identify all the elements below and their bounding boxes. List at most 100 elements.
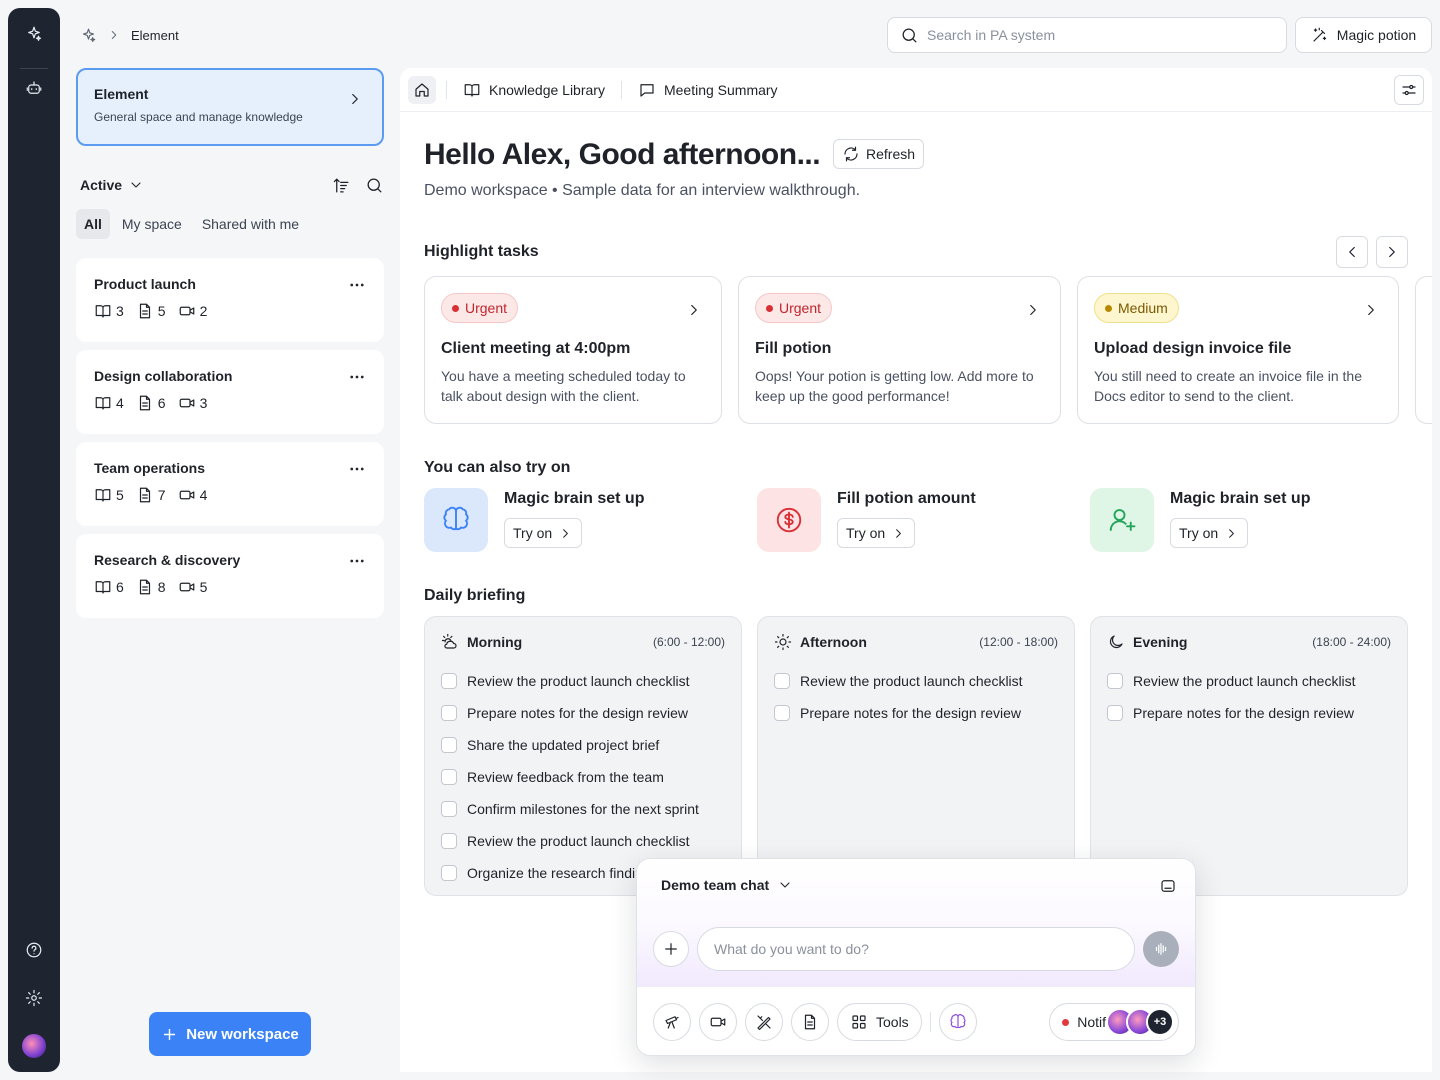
- tab-my-space[interactable]: My space: [114, 209, 190, 239]
- briefing-item-text: Review the product launch checklist: [800, 673, 1023, 689]
- workspace-card[interactable]: Design collaboration 4 6 3: [76, 350, 384, 434]
- tab-meeting-summary[interactable]: Meeting Summary: [632, 81, 784, 99]
- sparkle-icon[interactable]: [80, 27, 97, 44]
- briefing-item[interactable]: Review the product launch checklist: [441, 825, 725, 857]
- briefing-item[interactable]: Share the updated project brief: [441, 729, 725, 761]
- video-icon: [179, 398, 194, 408]
- briefing-item[interactable]: Confirm milestones for the next sprint: [441, 793, 725, 825]
- team-chat-panel: Demo team chat Tools Notif +3: [636, 858, 1196, 1056]
- more-horizontal-icon[interactable]: [348, 460, 366, 478]
- element-card[interactable]: Element General space and manage knowled…: [76, 68, 384, 146]
- video-icon: [179, 582, 194, 592]
- notification-dot: [1062, 1018, 1070, 1026]
- checkbox[interactable]: [441, 833, 457, 849]
- home-button[interactable]: [408, 75, 436, 104]
- magic-potion-button[interactable]: Magic potion: [1295, 17, 1432, 53]
- tab-knowledge-library[interactable]: Knowledge Library: [457, 81, 611, 99]
- dollar-icon: [757, 488, 821, 552]
- tab-knowledge-library-label: Knowledge Library: [489, 81, 605, 98]
- briefing-period-name: Evening: [1133, 634, 1188, 650]
- task-card[interactable]: Urgent Client meeting at 4:00pm You have…: [424, 276, 722, 424]
- carousel-next-button[interactable]: [1376, 236, 1408, 268]
- chat-attach-button[interactable]: [653, 931, 689, 967]
- voice-input-button[interactable]: [1143, 931, 1179, 967]
- notification-button[interactable]: Notif +3: [1049, 1003, 1179, 1041]
- briefing-item[interactable]: Review the product launch checklist: [441, 665, 725, 697]
- checkbox[interactable]: [441, 865, 457, 881]
- try-on-item: Magic brain set up Try on: [1090, 488, 1310, 552]
- briefing-item-text: Review feedback from the team: [467, 769, 664, 785]
- magic-potion-label: Magic potion: [1336, 27, 1417, 43]
- gear-icon[interactable]: [22, 986, 46, 1010]
- robot-icon[interactable]: [22, 76, 46, 100]
- document-button[interactable]: [791, 1003, 829, 1041]
- briefing-item[interactable]: Review the product launch checklist: [1107, 665, 1391, 697]
- file-icon: [139, 579, 150, 595]
- tab-meeting-summary-label: Meeting Summary: [663, 81, 778, 98]
- priority-label: Medium: [1118, 300, 1168, 316]
- search-box[interactable]: [887, 17, 1287, 53]
- briefing-item[interactable]: Review feedback from the team: [441, 761, 725, 793]
- checkbox[interactable]: [441, 705, 457, 721]
- file-icon: [139, 303, 150, 319]
- workspace-card[interactable]: Product launch 3 5 2: [76, 258, 384, 342]
- status-filter-dropdown[interactable]: Active: [80, 177, 144, 193]
- more-horizontal-icon[interactable]: [348, 276, 366, 294]
- try-on-title: You can also try on: [424, 459, 571, 476]
- more-horizontal-icon[interactable]: [348, 368, 366, 386]
- priority-badge: Urgent: [755, 293, 833, 323]
- rail-divider: [20, 68, 48, 69]
- try-on-button[interactable]: Try on: [504, 518, 583, 548]
- settings-sliders-button[interactable]: [1394, 75, 1424, 105]
- design-tools-button[interactable]: [745, 1003, 783, 1041]
- checkbox[interactable]: [441, 801, 457, 817]
- new-workspace-button[interactable]: New workspace: [149, 1012, 311, 1056]
- breadcrumb-current[interactable]: Element: [131, 28, 179, 43]
- checkbox[interactable]: [441, 769, 457, 785]
- search-input[interactable]: [927, 27, 1267, 43]
- checkbox[interactable]: [774, 673, 790, 689]
- carousel-prev-button[interactable]: [1336, 236, 1368, 268]
- telescope-icon: [665, 1016, 679, 1029]
- docs-count: 5: [116, 487, 124, 503]
- try-on-item-title: Magic brain set up: [1170, 490, 1311, 507]
- try-on-item-title: Magic brain set up: [504, 490, 645, 507]
- task-card[interactable]: Medium Upload design invoice file You st…: [1077, 276, 1399, 424]
- briefing-item[interactable]: Prepare notes for the design review: [1107, 697, 1391, 729]
- task-title: Upload design invoice file: [1094, 340, 1292, 357]
- refresh-icon: [844, 146, 858, 162]
- sparkle-icon[interactable]: [22, 22, 46, 46]
- briefing-item[interactable]: Prepare notes for the design review: [774, 697, 1058, 729]
- search-icon[interactable]: [365, 176, 384, 195]
- workspace-card[interactable]: Team operations 5 7 4: [76, 442, 384, 526]
- telescope-button[interactable]: [653, 1003, 691, 1041]
- more-horizontal-icon[interactable]: [348, 552, 366, 570]
- tab-all[interactable]: All: [76, 209, 110, 239]
- checkbox[interactable]: [441, 737, 457, 753]
- briefing-item[interactable]: Prepare notes for the design review: [441, 697, 725, 729]
- tab-shared-with-me[interactable]: Shared with me: [194, 209, 307, 239]
- ai-brain-button[interactable]: [938, 1003, 977, 1041]
- checkbox[interactable]: [774, 705, 790, 721]
- task-card[interactable]: Urgent Fill potion Oops! Your potion is …: [738, 276, 1061, 424]
- user-plus-icon: [1090, 488, 1154, 552]
- chat-input[interactable]: [697, 927, 1135, 971]
- briefing-item[interactable]: Review the product launch checklist: [774, 665, 1058, 697]
- sort-icon[interactable]: [332, 176, 351, 195]
- help-icon[interactable]: [22, 938, 46, 962]
- chat-channel-dropdown[interactable]: Demo team chat: [661, 877, 793, 893]
- refresh-button[interactable]: Refresh: [833, 139, 925, 169]
- book-icon: [95, 397, 111, 410]
- try-on-button[interactable]: Try on: [837, 518, 916, 548]
- try-on-button[interactable]: Try on: [1170, 518, 1249, 548]
- workspace-card[interactable]: Research & discovery 6 8 5: [76, 534, 384, 618]
- user-avatar[interactable]: [22, 1034, 46, 1058]
- checkbox[interactable]: [1107, 673, 1123, 689]
- task-card-peek[interactable]: [1415, 276, 1432, 424]
- priority-badge: Medium: [1094, 293, 1179, 323]
- video-button[interactable]: [699, 1003, 737, 1041]
- checkbox[interactable]: [441, 673, 457, 689]
- checkbox[interactable]: [1107, 705, 1123, 721]
- tools-button[interactable]: Tools: [837, 1003, 922, 1041]
- panel-minimize-icon[interactable]: [1159, 877, 1177, 895]
